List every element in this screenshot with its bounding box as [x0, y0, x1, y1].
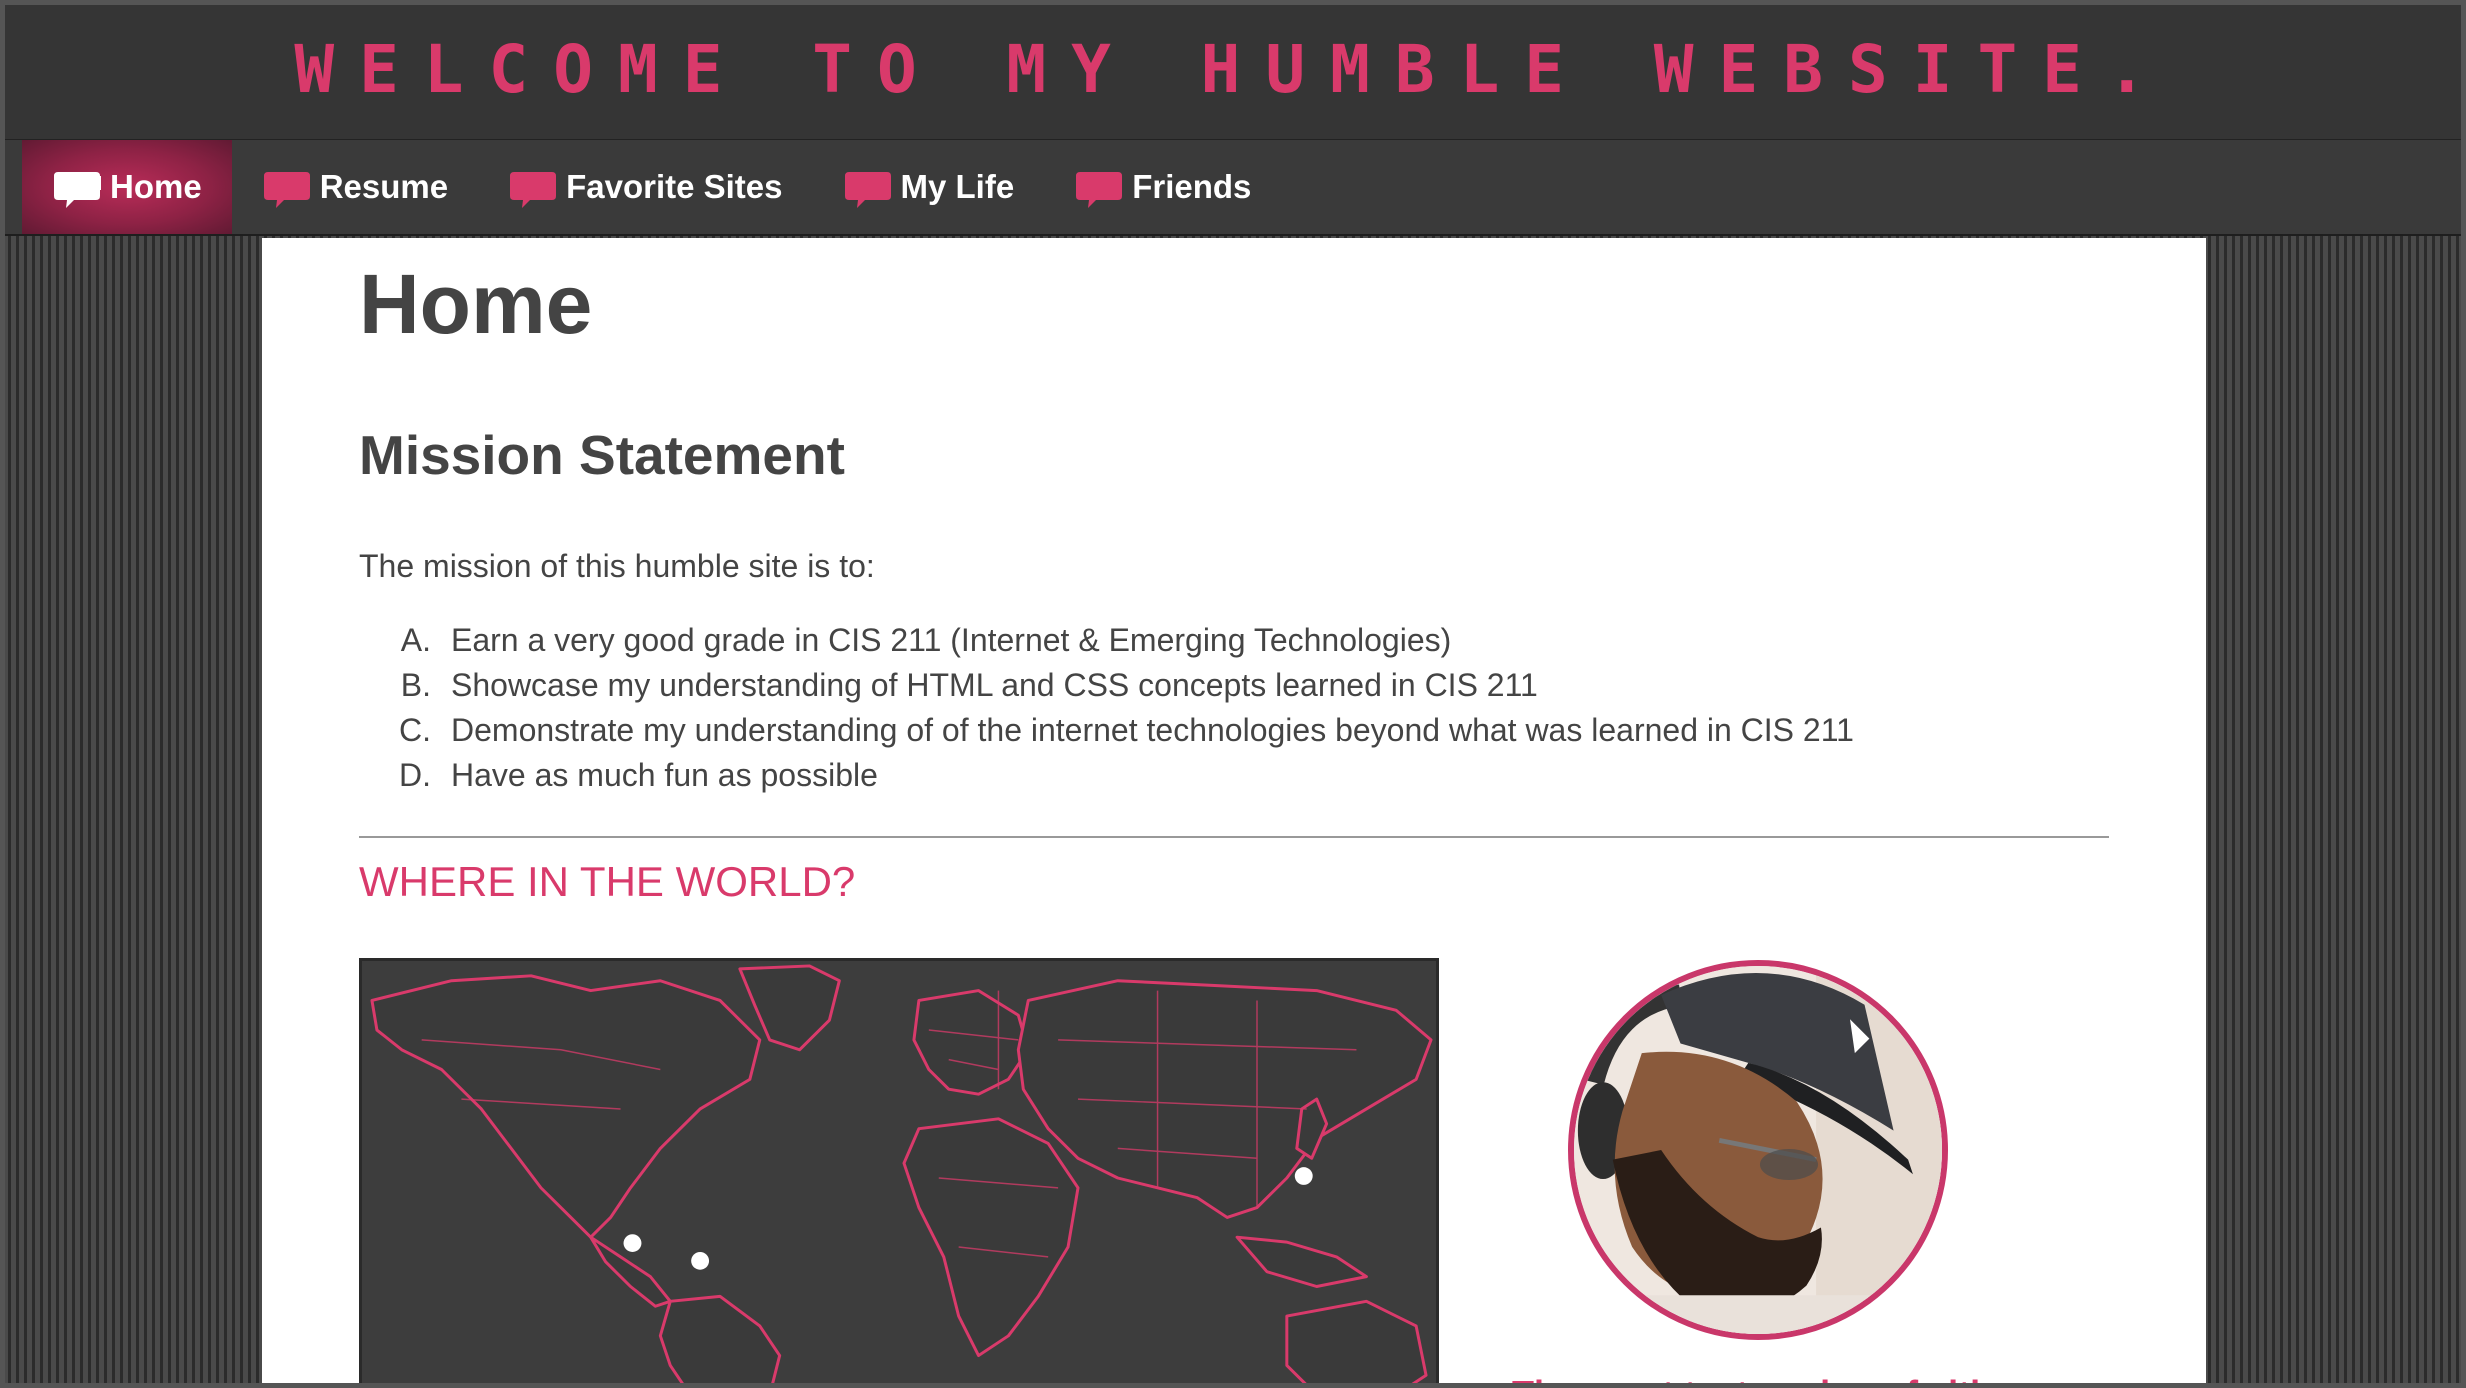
world-heading: WHERE IN THE WORLD? [359, 858, 856, 905]
goal-text: Demonstrate my understanding of of the i… [451, 712, 1854, 748]
world-map-graphic [370, 964, 1433, 1388]
nav-item-friends[interactable]: Friends [1044, 140, 1281, 234]
map-marker[interactable] [1294, 1167, 1313, 1185]
section-divider [359, 836, 2109, 838]
nav-item-home[interactable]: Home [22, 140, 232, 234]
main-nav: Home Resume Favorite Sites My Life Frien… [0, 140, 2466, 236]
main-content: Home Mission Statement The mission of th… [262, 238, 2206, 1388]
nav-label: Resume [319, 168, 449, 205]
list-marker: D. [399, 757, 431, 793]
nav-label: Home [110, 168, 202, 205]
list-marker: A. [400, 622, 431, 658]
nav-item-my-life[interactable]: My Life [813, 140, 1045, 234]
profile-photo [1574, 966, 1942, 1334]
list-item: B. Showcase my understanding of HTML and… [359, 663, 1854, 708]
speech-bubble-icon [843, 170, 893, 208]
list-marker: B. [400, 667, 431, 703]
site-header: WELCOME TO MY HUMBLE WEBSITE. [0, 0, 2466, 141]
list-item: D. Have as much fun as possible [359, 753, 1854, 798]
mission-goals-list: A. Earn a very good grade in CIS 211 (In… [359, 618, 1854, 798]
speech-bubble-icon [52, 170, 102, 208]
mission-intro: The mission of this humble site is to: [359, 548, 875, 584]
mission-heading: Mission Statement [359, 424, 845, 486]
avatar [1568, 960, 1948, 1340]
world-map[interactable] [359, 958, 1439, 1388]
goal-text: Showcase my understanding of HTML and CS… [451, 667, 1538, 703]
list-marker: C. [399, 712, 431, 748]
nav-label: Favorite Sites [566, 168, 783, 205]
speech-bubble-icon [508, 170, 558, 208]
speech-bubble-icon [1074, 170, 1124, 208]
page-title: Home [359, 257, 593, 351]
list-item: A. Earn a very good grade in CIS 211 (In… [359, 618, 1854, 663]
map-marker[interactable] [691, 1251, 710, 1270]
map-caption: The great tastemaker of cities [1512, 1376, 2032, 1388]
speech-bubble-icon [262, 170, 312, 208]
nav-label: My Life [900, 168, 1015, 205]
map-marker[interactable] [623, 1234, 642, 1252]
nav-item-favorite-sites[interactable]: Favorite Sites [478, 140, 812, 234]
list-item: C. Demonstrate my understanding of of th… [359, 708, 1854, 753]
nav-label: Friends [1132, 168, 1252, 205]
site-title: WELCOME TO MY HUMBLE WEBSITE. [294, 31, 2172, 108]
goal-text: Earn a very good grade in CIS 211 (Inter… [451, 622, 1452, 658]
goal-text: Have as much fun as possible [451, 757, 878, 793]
nav-item-resume[interactable]: Resume [232, 140, 478, 234]
